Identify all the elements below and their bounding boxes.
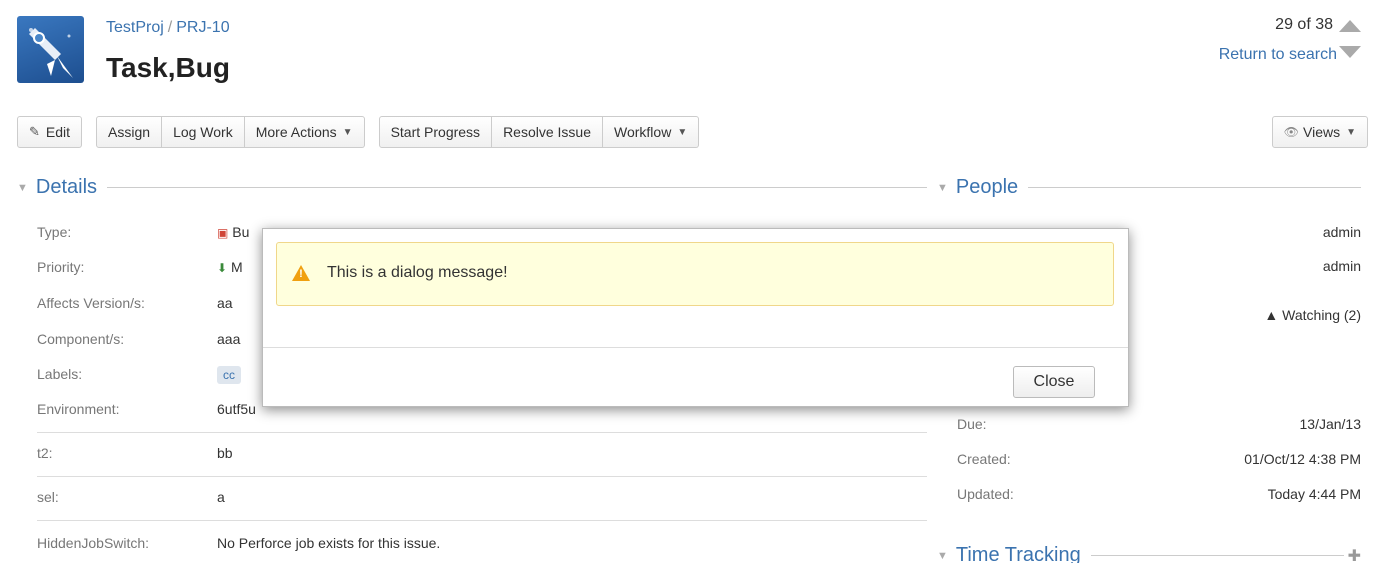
- message-dialog: ! This is a dialog message! Close: [262, 228, 1129, 407]
- close-button[interactable]: Close: [1013, 366, 1095, 398]
- issue-page: TestProj / PRJ-10 Task,Bug 29 of 38 Return…: [0, 0, 1381, 563]
- dialog-message-text: This is a dialog message!: [327, 264, 508, 281]
- dialog-footer-divider: [263, 347, 1128, 348]
- warning-message: ! This is a dialog message!: [276, 242, 1114, 306]
- warning-exclamation: !: [299, 268, 303, 280]
